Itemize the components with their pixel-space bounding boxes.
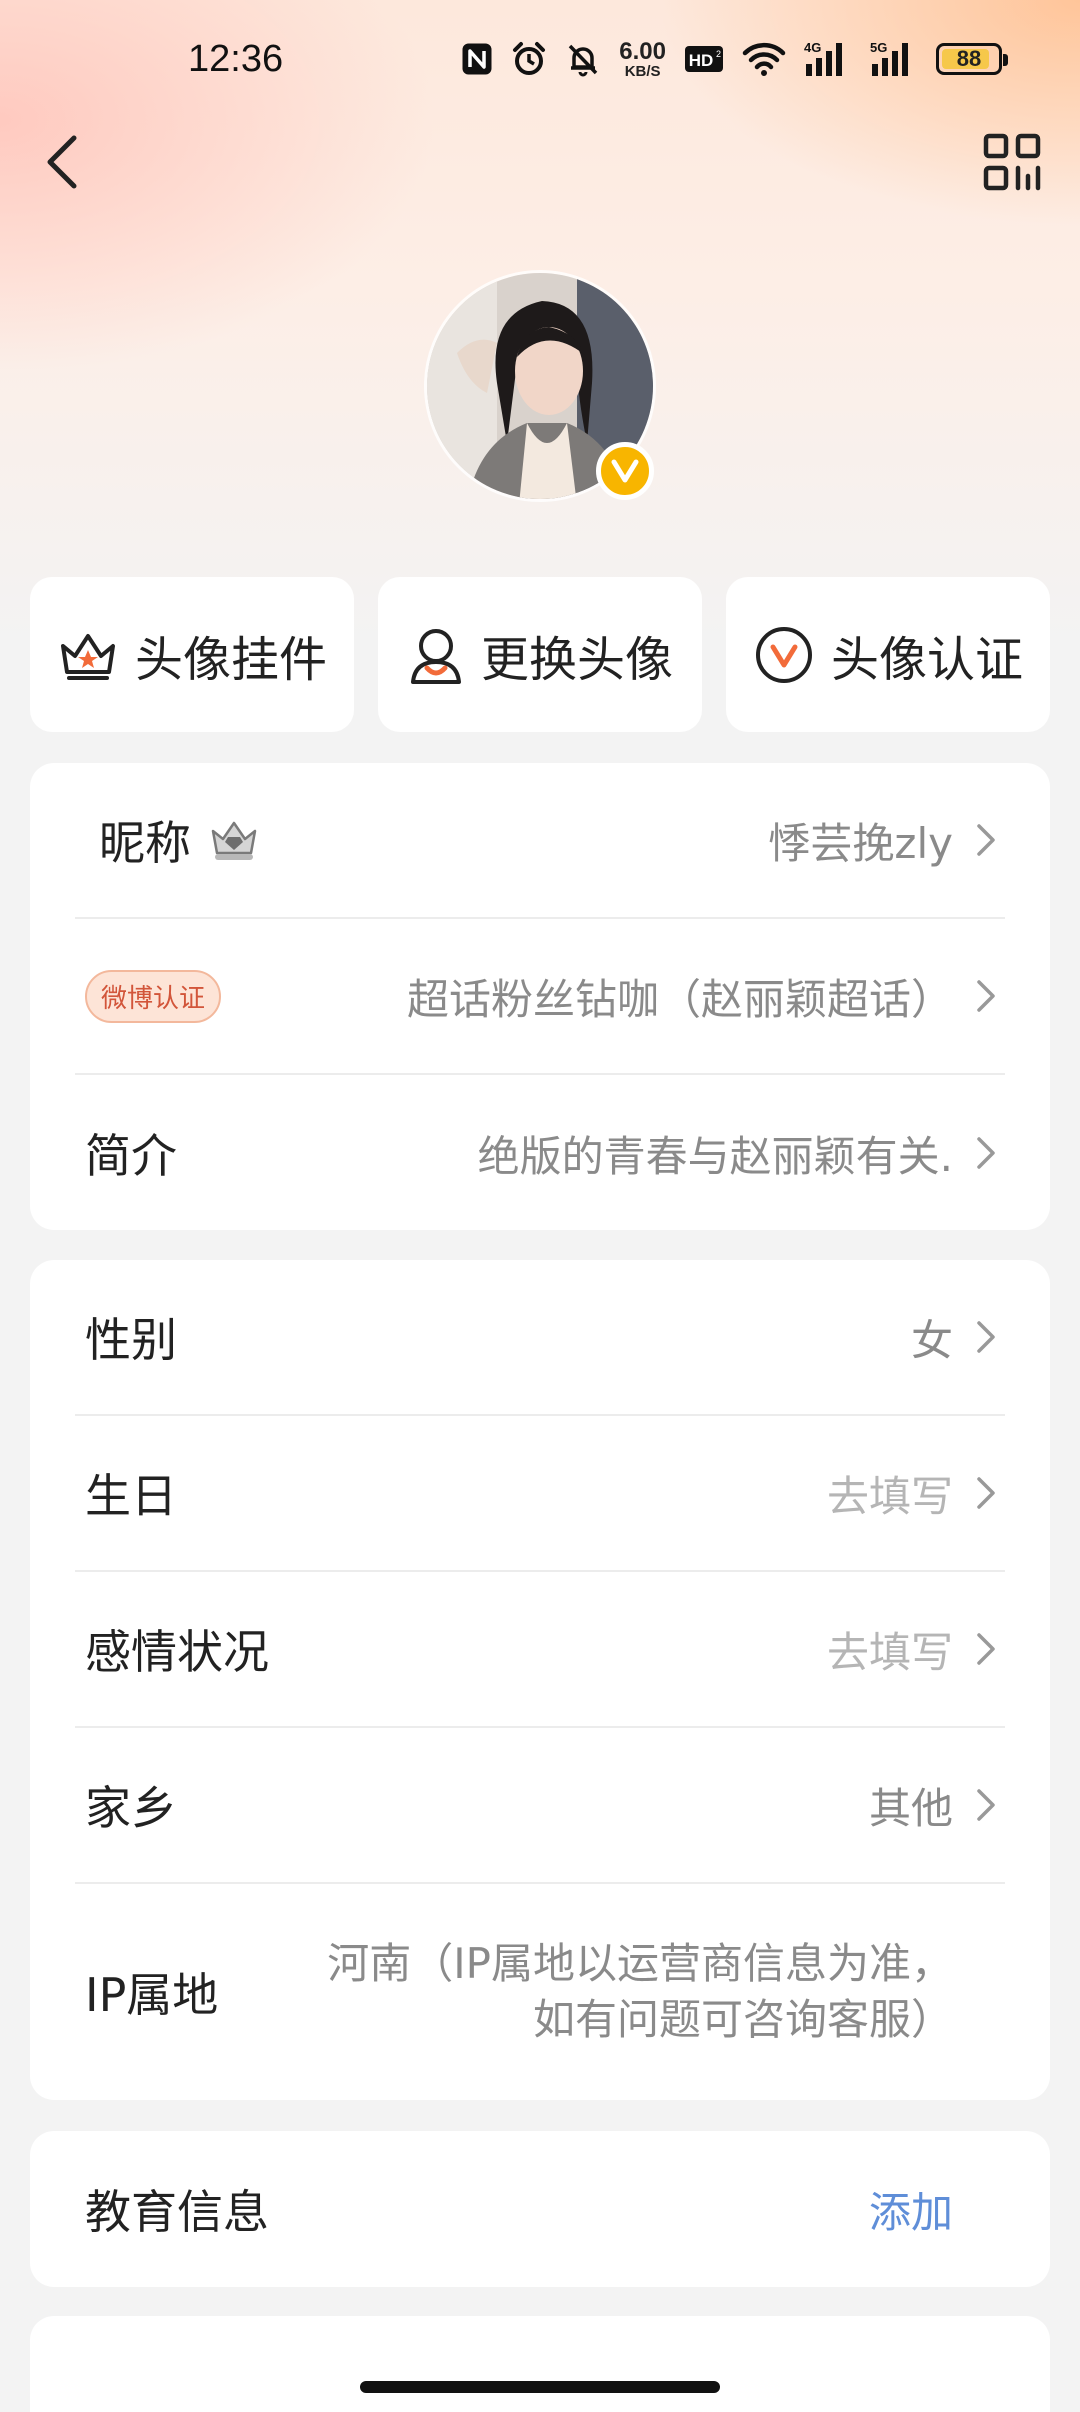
signal-4g-icon: 4G	[804, 40, 852, 78]
more-card	[30, 2316, 1050, 2412]
birthday-row[interactable]: 生日 去填写	[75, 1416, 1005, 1572]
ip-location-value: 河南（IP属地以运营商信息为准， 如有问题可咨询客服）	[327, 1936, 953, 2048]
gender-value: 女	[910, 1315, 953, 1365]
chevron-right-icon	[977, 1477, 995, 1509]
education-row[interactable]: 教育信息 添加	[75, 2131, 1005, 2287]
chevron-right-icon	[977, 1633, 995, 1665]
profile-edit-page: 12:36 6.00 KB/S HD 2 4G 5G 88 头像挂件 更换头像 …	[0, 0, 1080, 2412]
status-bar: 12:36 6.00 KB/S HD 2 4G 5G 88	[0, 0, 1080, 122]
qr-code-icon	[983, 133, 1041, 191]
network-speed-unit: KB/S	[624, 62, 661, 80]
gender-label: 性别	[85, 1313, 177, 1367]
education-card: 教育信息 添加	[30, 2131, 1050, 2287]
bio-value: 绝版的青春与赵丽颖有关.	[477, 1131, 953, 1181]
ip-location-row: IP属地 河南（IP属地以运营商信息为准， 如有问题可咨询客服）	[75, 1884, 1005, 2100]
weibo-verification-row[interactable]: 微博认证 超话粉丝钻咖（赵丽颖超话）	[75, 919, 1005, 1075]
crown-icon	[60, 633, 115, 680]
wifi-icon	[742, 41, 786, 77]
change-avatar-button[interactable]: 更换头像	[378, 577, 702, 732]
back-button[interactable]	[34, 128, 94, 198]
chevron-left-icon	[47, 135, 77, 189]
nickname-row[interactable]: 昵称 悸芸挽zly	[75, 763, 1005, 919]
svg-text:5G: 5G	[870, 40, 887, 55]
ip-location-note-line2: 如有问题可咨询客服）	[532, 1995, 953, 2044]
signal-5g-icon: 5G	[870, 40, 918, 78]
nfc-icon	[461, 42, 493, 76]
alarm-icon	[511, 41, 547, 77]
chevron-right-icon	[977, 1137, 995, 1169]
ip-location-note-line1: 河南（IP属地以运营商信息为准，	[327, 1939, 953, 1988]
nickname-label: 昵称	[99, 816, 191, 870]
chevron-right-icon	[977, 1789, 995, 1821]
svg-text:4G: 4G	[804, 40, 821, 55]
svg-text:HD: HD	[689, 51, 714, 70]
person-icon	[410, 628, 461, 684]
home-indicator[interactable]	[360, 2381, 720, 2393]
avatar-pendant-button[interactable]: 头像挂件	[30, 577, 354, 732]
qr-code-button[interactable]	[982, 132, 1042, 192]
relationship-label: 感情状况	[85, 1625, 269, 1679]
mute-bell-icon	[565, 41, 601, 77]
avatar-verify-label: 头像认证	[830, 631, 1023, 688]
crown-badge-icon	[211, 821, 257, 860]
chevron-right-icon	[977, 980, 995, 1012]
status-time: 12:36	[188, 38, 284, 80]
hometown-row[interactable]: 家乡 其他	[75, 1728, 1005, 1884]
birthday-value: 去填写	[826, 1471, 953, 1521]
v-badge-icon	[755, 626, 812, 683]
hd-icon: HD 2	[684, 45, 724, 73]
avatar-pendant-label: 头像挂件	[134, 631, 327, 688]
hometown-label: 家乡	[85, 1781, 177, 1835]
hometown-value: 其他	[868, 1783, 953, 1833]
network-speed-value: 6.00	[619, 37, 666, 65]
svg-text:2: 2	[716, 49, 721, 59]
nickname-value: 悸芸挽zly	[768, 818, 953, 868]
battery-level: 88	[956, 46, 982, 71]
gender-row[interactable]: 性别 女	[75, 1260, 1005, 1416]
chevron-right-icon	[977, 1321, 995, 1353]
avatar-actions: 头像挂件 更换头像 头像认证	[30, 577, 1050, 732]
relationship-value: 去填写	[826, 1627, 953, 1677]
bio-row[interactable]: 简介 绝版的青春与赵丽颖有关.	[75, 1075, 1005, 1231]
verification-value: 超话粉丝钻咖（赵丽颖超话）	[406, 974, 953, 1024]
add-education-button[interactable]: 添加	[869, 2179, 953, 2240]
battery-icon: 88	[936, 43, 1008, 75]
bio-label: 简介	[85, 1129, 177, 1183]
change-avatar-label: 更换头像	[480, 631, 673, 688]
avatar-verify-button[interactable]: 头像认证	[726, 577, 1050, 732]
status-icons: 6.00 KB/S HD 2 4G 5G 88	[461, 36, 1008, 82]
ip-location-label: IP属地	[85, 1968, 219, 2022]
relationship-row[interactable]: 感情状况 去填写	[75, 1572, 1005, 1728]
verified-badge-icon	[596, 442, 654, 500]
chevron-right-icon	[977, 824, 995, 856]
profile-card: 昵称 悸芸挽zly 微博认证 超话粉丝钻咖（赵丽颖超话） 简介 绝版的青春与赵丽…	[30, 763, 1050, 1230]
details-card: 性别 女 生日 去填写 感情状况 去填写 家乡 其他 IP属地 河南（IP属地以…	[30, 1260, 1050, 2100]
birthday-label: 生日	[85, 1469, 177, 1523]
network-speed: 6.00 KB/S	[619, 37, 666, 80]
education-label: 教育信息	[85, 2185, 269, 2239]
weibo-verification-tag: 微博认证	[85, 969, 222, 1023]
